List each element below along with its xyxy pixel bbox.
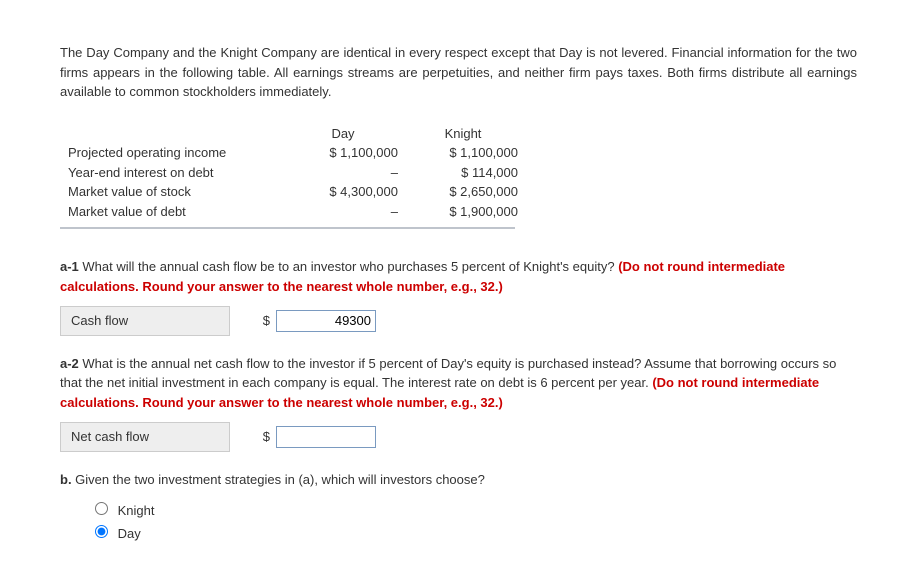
question-text: What will the annual cash flow be to an … <box>79 259 618 274</box>
table-row: Year-end interest on debt – $ 114,000 <box>60 163 528 183</box>
answer-label-cashflow: Cash flow <box>60 306 230 336</box>
radio-label: Knight <box>118 503 155 518</box>
question-number: a-2 <box>60 356 79 371</box>
cell-knight: $ 114,000 <box>408 163 528 183</box>
currency-symbol: $ <box>230 427 276 447</box>
cell-day: $ 1,100,000 <box>288 143 408 163</box>
question-b: b. Given the two investment strategies i… <box>60 470 857 545</box>
question-number: b. <box>60 472 72 487</box>
intro-paragraph: The Day Company and the Knight Company a… <box>60 43 857 102</box>
col-header-knight: Knight <box>408 124 528 144</box>
table-divider <box>60 227 515 229</box>
radio-option-day[interactable]: Day <box>90 522 857 545</box>
cashflow-input[interactable] <box>276 310 376 332</box>
radio-label: Day <box>118 526 141 541</box>
table-row: Projected operating income $ 1,100,000 $… <box>60 143 528 163</box>
netcashflow-input[interactable] <box>276 426 376 448</box>
question-text: Given the two investment strategies in (… <box>72 472 485 487</box>
radio-option-knight[interactable]: Knight <box>90 499 857 522</box>
row-label: Projected operating income <box>60 143 288 163</box>
question-number: a-1 <box>60 259 79 274</box>
col-header-day: Day <box>288 124 408 144</box>
cell-knight: $ 1,100,000 <box>408 143 528 163</box>
table-row: Market value of stock $ 4,300,000 $ 2,65… <box>60 182 528 202</box>
row-label: Year-end interest on debt <box>60 163 288 183</box>
radio-day[interactable] <box>95 525 108 538</box>
currency-symbol: $ <box>230 311 276 331</box>
row-label: Market value of debt <box>60 202 288 222</box>
cell-day: $ 4,300,000 <box>288 182 408 202</box>
cell-day: – <box>288 163 408 183</box>
radio-knight[interactable] <box>95 502 108 515</box>
question-a1: a-1 What will the annual cash flow be to… <box>60 257 857 336</box>
cell-knight: $ 2,650,000 <box>408 182 528 202</box>
cell-day: – <box>288 202 408 222</box>
question-a2: a-2 What is the annual net cash flow to … <box>60 354 857 452</box>
table-row: Market value of debt – $ 1,900,000 <box>60 202 528 222</box>
cell-knight: $ 1,900,000 <box>408 202 528 222</box>
answer-label-netcashflow: Net cash flow <box>60 422 230 452</box>
financial-table: Day Knight Projected operating income $ … <box>60 124 528 222</box>
row-label: Market value of stock <box>60 182 288 202</box>
